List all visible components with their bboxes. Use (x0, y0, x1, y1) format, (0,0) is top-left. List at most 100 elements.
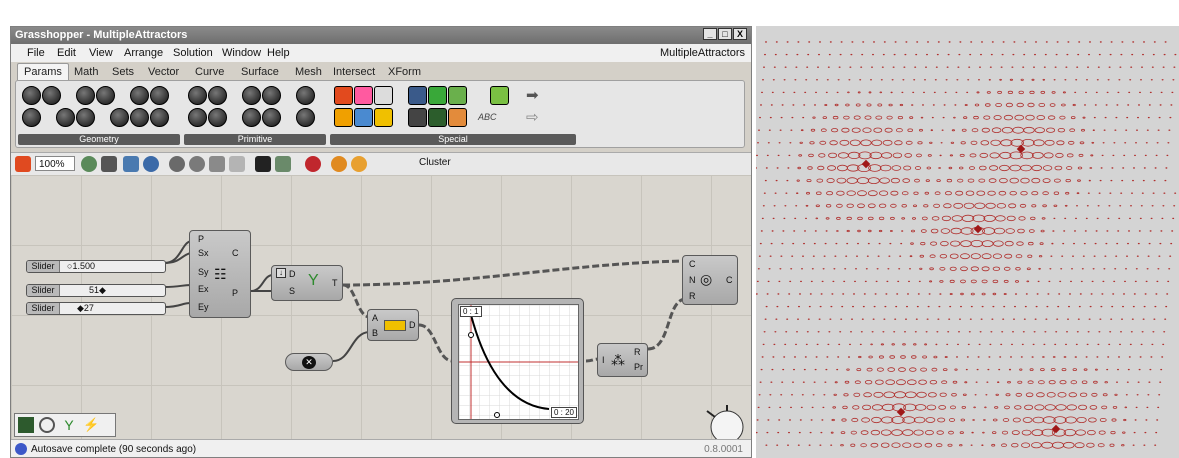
tab-vector[interactable]: Vector (148, 64, 179, 80)
time-param-icon[interactable] (242, 108, 261, 127)
slider-spacing[interactable]: Slider ○1.500 (26, 260, 166, 273)
distance-component[interactable]: A B D (367, 309, 419, 341)
menu-file[interactable]: File (27, 44, 45, 62)
plane-param-icon[interactable] (110, 108, 129, 127)
mesh-param-icon[interactable] (76, 108, 95, 127)
surface-param-icon[interactable] (150, 86, 169, 105)
special-group-label[interactable]: Special (330, 134, 576, 145)
preview-wire-icon[interactable] (169, 156, 185, 172)
param-viewer-icon[interactable] (448, 108, 467, 127)
color-picker-icon[interactable] (334, 86, 353, 105)
abc-icon[interactable]: ABC (478, 112, 497, 122)
tab-surface[interactable]: Surface (241, 64, 279, 80)
curve-param-icon[interactable] (130, 86, 149, 105)
preview-shaded-icon[interactable] (189, 156, 205, 172)
point-param-icon[interactable] (130, 108, 149, 127)
domain2-param-icon[interactable] (262, 86, 281, 105)
number-param-icon[interactable] (188, 108, 207, 127)
profiler-icon[interactable]: ⚡ (83, 417, 99, 433)
gradient-icon[interactable] (354, 86, 373, 105)
document-preview-icon[interactable] (229, 156, 245, 172)
primitive-group-label[interactable]: Primitive (184, 134, 326, 145)
graph-mapper-icon[interactable] (408, 108, 427, 127)
value-list-icon[interactable] (374, 86, 393, 105)
button-icon[interactable] (354, 108, 373, 127)
circle-param-icon[interactable] (76, 86, 95, 105)
arrow-right-icon[interactable]: ➡ (526, 86, 539, 104)
search-icon[interactable] (39, 417, 55, 433)
cluster-icon[interactable] (351, 156, 367, 172)
minimize-button[interactable]: _ (703, 28, 717, 40)
menu-view[interactable]: View (89, 44, 113, 62)
arrow-outline-icon[interactable]: ⇨ (526, 108, 539, 126)
swatch-icon[interactable] (490, 86, 509, 105)
named-views-icon[interactable] (123, 156, 139, 172)
menu-window[interactable]: Window (222, 44, 261, 62)
sketch-icon[interactable] (305, 156, 321, 172)
slider-count-x[interactable]: Slider 51◆ (26, 284, 166, 297)
text-param-icon[interactable] (208, 108, 227, 127)
geometry-group-label[interactable]: Geometry (18, 134, 180, 145)
domain-param-icon[interactable] (242, 86, 261, 105)
path-param-icon[interactable] (262, 108, 281, 127)
graph-handle-bottom[interactable] (494, 412, 500, 418)
plugin-icon[interactable]: Y (61, 417, 77, 433)
tab-math[interactable]: Math (74, 64, 98, 80)
bake-icon[interactable] (275, 156, 291, 172)
menu-arrange[interactable]: Arrange (124, 44, 163, 62)
tree-icon[interactable] (18, 417, 34, 433)
definition-canvas[interactable]: Slider ○1.500 Slider 51◆ Slider ◆27 P Sx… (11, 175, 751, 439)
brep-param-icon[interactable] (42, 86, 61, 105)
point-param-component[interactable]: ✕ (285, 353, 333, 371)
toggle-icon[interactable] (334, 108, 353, 127)
zoom-icon[interactable] (81, 156, 97, 172)
scribble-icon[interactable] (428, 86, 447, 105)
panel-icon[interactable] (408, 86, 427, 105)
slider-icon[interactable] (374, 108, 393, 127)
graph-area[interactable]: 0 : 1 0 : 20 (458, 304, 579, 420)
viewport-circle (871, 331, 874, 333)
rhino-viewport[interactable] (756, 26, 1179, 458)
arc-param-icon[interactable] (96, 86, 115, 105)
quick-graph-icon[interactable] (448, 86, 467, 105)
graph-mapper-component[interactable]: 0 : 1 0 : 20 (451, 298, 584, 424)
viewport-circle (826, 79, 829, 81)
new-definition-icon[interactable] (15, 156, 31, 172)
plane-surface-component[interactable]: P Sx Sy Ex Ey C P ☷ (189, 230, 251, 318)
tab-params[interactable]: Params (17, 63, 69, 80)
graph-handle-left[interactable] (468, 332, 474, 338)
menu-solution[interactable]: Solution (173, 44, 213, 62)
zoom-input[interactable]: 100% (35, 156, 75, 171)
tab-intersect[interactable]: Intersect (333, 64, 375, 80)
circle-cnr-component[interactable]: C N R ◎ C (682, 255, 738, 305)
canvas-navigation-dial[interactable] (703, 403, 749, 439)
line-param-icon[interactable] (56, 108, 75, 127)
menu-help[interactable]: Help (267, 44, 290, 62)
box-param-icon[interactable] (22, 86, 41, 105)
integer-param-icon[interactable] (208, 86, 227, 105)
menu-edit[interactable]: Edit (57, 44, 76, 62)
preview-selected-icon[interactable] (209, 156, 225, 172)
zoom-extents-icon[interactable] (101, 156, 117, 172)
tab-curve[interactable]: Curve (195, 64, 224, 80)
shader-param-icon[interactable] (296, 108, 315, 127)
vector-param-icon[interactable] (150, 108, 169, 127)
title-bar[interactable]: Grasshopper - MultipleAttractors _ □ X (11, 27, 751, 44)
tab-xform[interactable]: XForm (388, 64, 421, 80)
close-button[interactable]: X (733, 28, 747, 40)
slider-count-y[interactable]: Slider ◆27 (26, 302, 166, 315)
data-recorder-icon[interactable] (428, 108, 447, 127)
solve-icon[interactable] (255, 156, 271, 172)
maximize-button[interactable]: □ (718, 28, 732, 40)
tab-sets[interactable]: Sets (112, 64, 134, 80)
viewport-circle (800, 280, 803, 283)
boolean-param-icon[interactable] (188, 86, 207, 105)
cluster-label[interactable]: Cluster (419, 157, 451, 168)
colour-wheel-icon[interactable] (331, 156, 347, 172)
preview-eye-icon[interactable] (143, 156, 159, 172)
colour-param-icon[interactable] (296, 86, 315, 105)
populate-component[interactable]: ↓ D S Y T (271, 265, 343, 301)
remap-component[interactable]: I ⁂ R Pr (597, 343, 648, 377)
geometry-param-icon[interactable] (22, 108, 41, 127)
tab-mesh[interactable]: Mesh (295, 64, 322, 80)
